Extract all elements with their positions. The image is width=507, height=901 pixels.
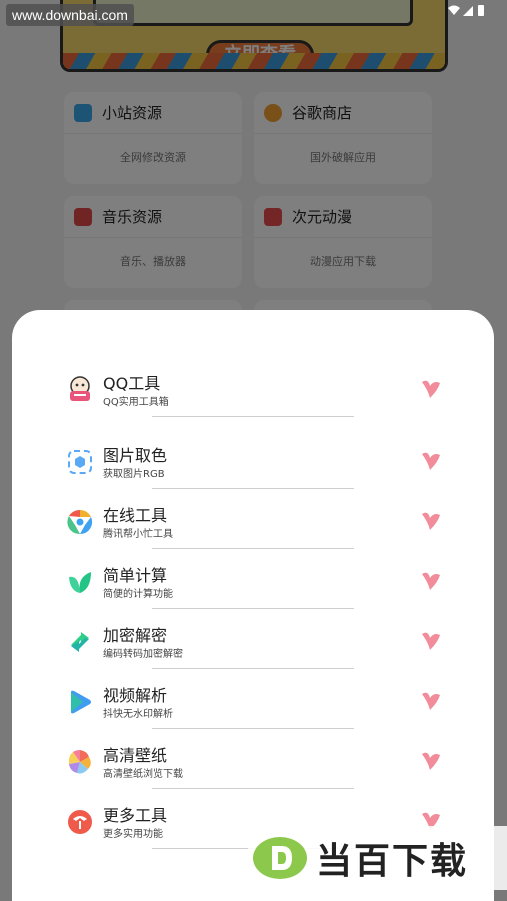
favorite-heart-icon[interactable]: [418, 508, 442, 532]
list-item-video-parse[interactable]: 视频解析 抖快无水印解析: [12, 676, 494, 736]
status-bar-icons: [447, 4, 487, 21]
more-tools-icon: [66, 808, 94, 836]
leaf-icon: [66, 568, 94, 596]
list-item-color-picker[interactable]: 图片取色 获取图片RGB: [12, 436, 494, 496]
favorite-heart-icon[interactable]: [418, 748, 442, 772]
divider: [152, 548, 354, 549]
list-item-qq-tools[interactable]: QQ工具 QQ实用工具箱: [12, 364, 494, 424]
d-logo-icon: [253, 837, 307, 879]
item-title: QQ工具: [103, 374, 161, 393]
list-item-online-tools[interactable]: 在线工具 腾讯帮小忙工具: [12, 496, 494, 556]
watermark-logo: 当百下载: [248, 826, 507, 890]
item-title: 高清壁纸: [103, 746, 168, 765]
item-title: 视频解析: [103, 686, 168, 705]
petal-icon: [66, 748, 94, 776]
favorite-heart-icon[interactable]: [418, 688, 442, 712]
item-sub: 腾讯帮小忙工具: [103, 529, 173, 540]
item-sub: 抖快无水印解析: [103, 709, 173, 720]
favorite-heart-icon[interactable]: [418, 376, 442, 400]
item-title: 图片取色: [103, 446, 168, 465]
video-play-icon: [66, 688, 94, 716]
divider: [152, 788, 354, 789]
qq-penguin-icon: [66, 376, 94, 404]
item-sub: 更多实用功能: [103, 829, 163, 840]
item-title: 加密解密: [103, 626, 168, 645]
item-sub: 简便的计算功能: [103, 589, 173, 600]
item-sub: QQ实用工具箱: [103, 397, 169, 408]
color-picker-icon: [66, 448, 94, 476]
tools-bottom-sheet: QQ工具 QQ实用工具箱 图片取色 获取图片RGB 在线工具 腾讯帮小忙工具 简…: [12, 310, 494, 901]
favorite-heart-icon[interactable]: [418, 448, 442, 472]
favorite-heart-icon[interactable]: [418, 568, 442, 592]
divider: [152, 488, 354, 489]
list-item-encrypt[interactable]: 加密解密 编码转码加密解密: [12, 616, 494, 676]
watermark-url: www.downbai.com: [6, 4, 134, 26]
chrome-like-icon: [66, 508, 94, 536]
divider: [152, 608, 354, 609]
item-title: 在线工具: [103, 506, 168, 525]
logo-text: 当百下载: [316, 841, 469, 882]
favorite-heart-icon[interactable]: [418, 628, 442, 652]
item-title: 更多工具: [103, 806, 168, 825]
divider: [152, 668, 354, 669]
exchange-arrows-icon: [66, 628, 94, 656]
wifi-signal-battery-icon: [448, 5, 484, 16]
list-item-wallpaper[interactable]: 高清壁纸 高清壁纸浏览下载: [12, 736, 494, 796]
item-sub: 高清壁纸浏览下载: [103, 769, 183, 780]
item-title: 简单计算: [103, 566, 168, 585]
divider: [152, 416, 354, 417]
item-sub: 获取图片RGB: [103, 469, 165, 480]
list-item-simple-calc[interactable]: 简单计算 简便的计算功能: [12, 556, 494, 616]
item-sub: 编码转码加密解密: [103, 649, 183, 660]
divider: [152, 728, 354, 729]
